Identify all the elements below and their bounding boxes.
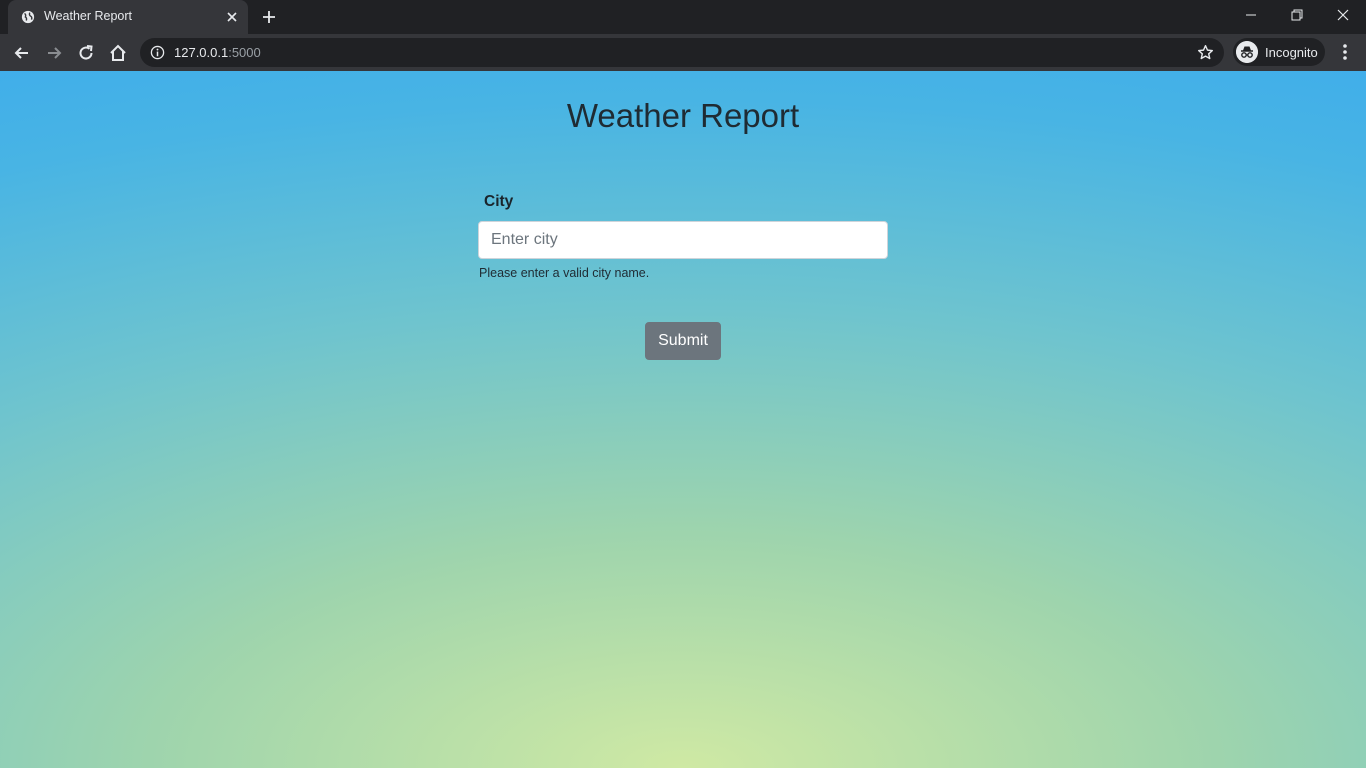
- reload-button[interactable]: [73, 40, 99, 66]
- forward-button[interactable]: [41, 40, 67, 66]
- restore-icon: [1291, 9, 1303, 21]
- tab-title: Weather Report: [44, 9, 133, 23]
- info-icon[interactable]: [150, 45, 165, 60]
- city-label: City: [484, 193, 514, 210]
- star-icon[interactable]: [1197, 44, 1214, 61]
- kebab-menu-icon[interactable]: [1336, 42, 1354, 62]
- submit-button[interactable]: Submit: [645, 322, 721, 360]
- city-input[interactable]: [478, 221, 888, 259]
- page-body: Weather Report City Please enter a valid…: [0, 71, 1366, 768]
- back-arrow-icon: [14, 47, 28, 59]
- url-port: :5000: [228, 45, 261, 60]
- incognito-label: Incognito: [1265, 45, 1318, 60]
- forward-arrow-icon: [48, 47, 62, 59]
- globe-icon: [21, 10, 35, 24]
- window-close-button[interactable]: [1320, 0, 1366, 30]
- address-bar[interactable]: 127.0.0.1:5000: [140, 38, 1224, 67]
- minimize-button[interactable]: [1228, 0, 1274, 30]
- home-button[interactable]: [105, 40, 131, 66]
- restore-button[interactable]: [1274, 0, 1320, 30]
- back-button[interactable]: [9, 40, 35, 66]
- minimize-icon: [1246, 14, 1256, 16]
- tab-strip: Weather Report: [0, 0, 1366, 34]
- reload-icon: [79, 45, 93, 60]
- incognito-indicator[interactable]: Incognito: [1233, 38, 1325, 66]
- browser-toolbar: 127.0.0.1:5000 Incognito: [0, 34, 1366, 71]
- browser-tab[interactable]: Weather Report: [8, 0, 248, 34]
- url-host: 127.0.0.1: [174, 45, 229, 60]
- plus-icon[interactable]: [259, 7, 279, 27]
- city-help-text: Please enter a valid city name.: [479, 266, 650, 280]
- home-icon: [110, 44, 126, 61]
- incognito-icon: [1236, 41, 1258, 63]
- window-close-icon: [1337, 9, 1349, 21]
- url-text: 127.0.0.1:5000: [174, 45, 261, 60]
- page-title: Weather Report: [566, 97, 800, 134]
- close-icon[interactable]: [225, 10, 239, 24]
